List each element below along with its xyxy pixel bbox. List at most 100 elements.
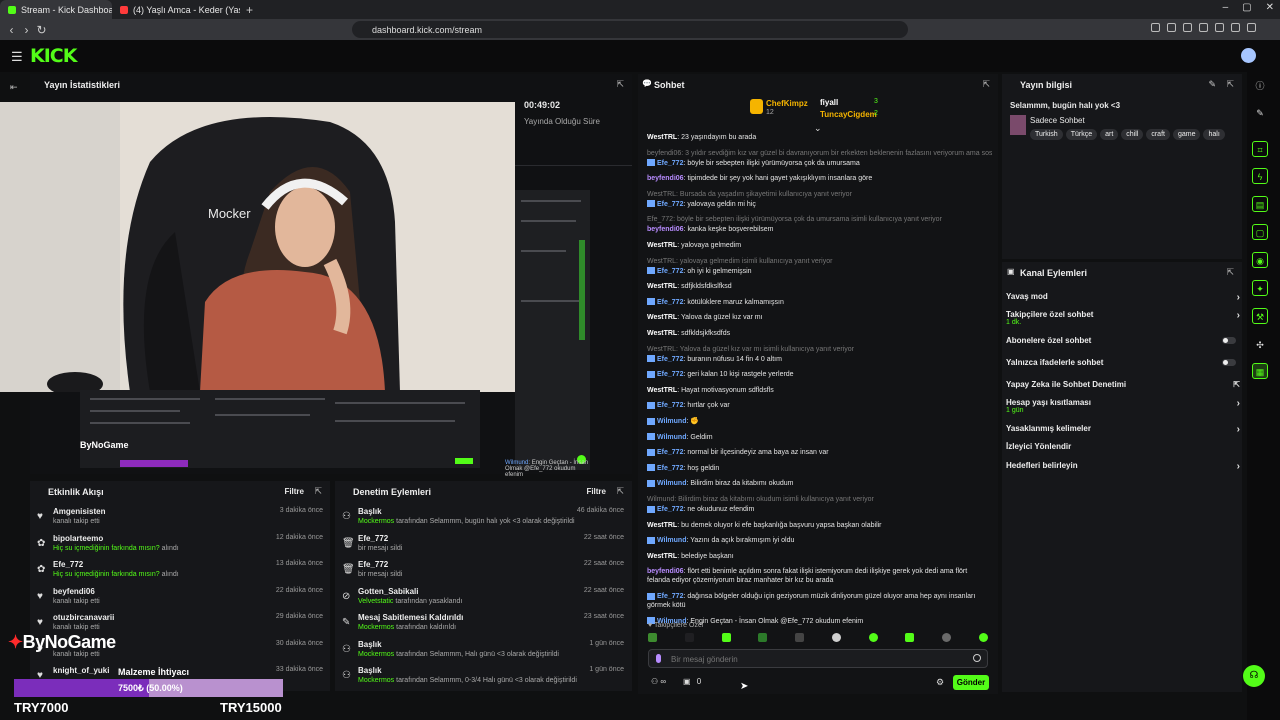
chat-username[interactable]: Efe_772 <box>657 402 683 409</box>
avatar[interactable] <box>1241 48 1256 63</box>
emote-icon[interactable] <box>942 633 952 642</box>
chat-username[interactable]: Efe_772 <box>657 449 683 456</box>
event-user[interactable]: Efe_772 <box>53 560 83 569</box>
tag-chip[interactable]: chill <box>1121 129 1144 140</box>
external-link-icon[interactable]: ⇱ <box>1233 380 1240 389</box>
mod-actor[interactable]: Mockermos <box>358 624 394 631</box>
channel-action-row[interactable]: Hesap yaşı kısıtlaması 1 gün › <box>1006 398 1240 414</box>
emote-icon[interactable] <box>905 633 915 642</box>
tag-chip[interactable]: game <box>1172 129 1201 140</box>
popout-icon[interactable]: ⇱ <box>616 79 624 90</box>
chat-username[interactable]: Efe_772 <box>657 465 683 472</box>
chat-username[interactable]: Efe_772 <box>657 356 683 363</box>
channel-action-row[interactable]: Yavaş mod › <box>1006 292 1240 303</box>
chevron-right-icon[interactable]: › <box>1237 461 1240 472</box>
emote-icon[interactable] <box>684 633 694 642</box>
kick-logo[interactable]: KICK <box>30 45 77 67</box>
extension-icon[interactable] <box>1151 23 1160 32</box>
mod-actor[interactable]: Mockermos <box>358 518 394 525</box>
menu-icon[interactable]: ☰ <box>11 49 23 65</box>
edit-icon[interactable]: ✎ <box>1208 79 1216 90</box>
chat-settings-icon[interactable]: ⚙ <box>936 677 944 688</box>
emote-icon[interactable] <box>648 633 657 642</box>
event-user[interactable]: otuzbircanavarii <box>53 613 114 622</box>
chat-username[interactable]: Efe_772 <box>657 299 683 306</box>
close-window-icon[interactable]: ✕ <box>1266 2 1274 13</box>
new-tab-icon[interactable]: + <box>240 3 253 17</box>
chat-username[interactable]: Efe_772 <box>657 160 683 167</box>
extension-icon[interactable] <box>1231 23 1240 32</box>
chat-input[interactable] <box>648 649 988 668</box>
chat-username[interactable]: WestTRL <box>647 553 677 560</box>
points-area[interactable]: ▣ 0 <box>683 677 701 686</box>
reload-icon[interactable]: ↻ <box>34 23 49 37</box>
filter-button[interactable]: Filtre <box>586 487 606 496</box>
tag-chip[interactable]: Türkçe <box>1065 129 1098 140</box>
chat-username[interactable]: Efe_772 <box>657 371 683 378</box>
chevron-right-icon[interactable]: › <box>1237 398 1240 409</box>
chat-bubble-icon[interactable]: ▢ <box>1252 224 1268 240</box>
star-icon[interactable]: ✦ <box>1252 280 1268 296</box>
chat-username[interactable]: WestTRL <box>647 314 677 321</box>
channel-action-row[interactable]: Yasaklanmış kelimeler › <box>1006 424 1240 435</box>
channel-action-row[interactable]: İzleyici Yönlendir <box>1006 442 1240 451</box>
emote-icon[interactable] <box>868 633 878 642</box>
pencil-icon[interactable]: ✎ <box>1252 105 1268 121</box>
extension-icon[interactable] <box>1247 23 1256 32</box>
chat-username[interactable]: Efe_772 <box>657 593 683 600</box>
mod-actor[interactable]: Mockermos <box>358 651 394 658</box>
back-icon[interactable]: ‹ <box>4 23 19 37</box>
chevron-right-icon[interactable]: › <box>1237 424 1240 435</box>
channel-action-row[interactable]: Takipçilere özel sohbet 1 dk. › <box>1006 310 1240 326</box>
send-button[interactable]: Gönder <box>953 675 989 690</box>
filter-button[interactable]: Filtre <box>284 487 304 496</box>
channel-action-row[interactable]: Abonelere özel sohbet <box>1006 336 1240 345</box>
event-user[interactable]: Amgenisisten <box>53 507 105 516</box>
chat-username[interactable]: Wilmund <box>657 480 687 487</box>
extension-icon[interactable] <box>1215 23 1224 32</box>
chat-username[interactable]: Wilmund <box>657 434 687 441</box>
chat-username[interactable]: Efe_772 <box>657 506 683 513</box>
channel-action-row[interactable]: Yapay Zeka ile Sohbet Denetimi ⇱ <box>1006 380 1240 389</box>
collapse-icon[interactable]: ⇤ <box>10 82 18 93</box>
popout-icon[interactable]: ⇱ <box>1226 267 1234 278</box>
chat-username[interactable]: WestTRL <box>647 283 677 290</box>
mod-actor[interactable]: Velvetstatic <box>358 598 393 605</box>
chat-username[interactable]: beyfendi06 <box>647 568 684 575</box>
tab-kick-dashboard[interactable]: Stream - Kick Dashboard × <box>0 0 112 19</box>
extension-icon[interactable] <box>1199 23 1208 32</box>
tag-chip[interactable]: Turkish <box>1030 129 1063 140</box>
chat-username[interactable]: WestTRL <box>647 387 677 394</box>
chat-input-field[interactable] <box>671 652 961 666</box>
event-user[interactable]: beyfendi06 <box>53 587 95 596</box>
chat-users-icon[interactable]: ⚇ ∞ <box>651 677 666 686</box>
chat-username[interactable]: Wilmund <box>657 418 687 425</box>
emote-icon[interactable] <box>831 633 841 642</box>
book-icon[interactable]: ▤ <box>1252 196 1268 212</box>
toggle-switch[interactable] <box>1222 359 1236 366</box>
emote-icon[interactable] <box>978 633 988 642</box>
maximize-icon[interactable]: ▢ <box>1242 2 1251 13</box>
tag-chip[interactable]: craft <box>1146 129 1170 140</box>
lightning-icon[interactable]: ϟ <box>1252 168 1268 184</box>
chat-username[interactable]: Efe_772 <box>657 201 683 208</box>
chat-username[interactable]: Wilmund <box>657 537 687 544</box>
popout-icon[interactable]: ⇱ <box>314 486 322 497</box>
chat-username[interactable]: beyfendi06 <box>647 226 684 233</box>
grid-icon[interactable]: ⌗ <box>1252 141 1268 157</box>
tag-chip[interactable]: halı <box>1203 129 1225 140</box>
chevron-right-icon[interactable]: › <box>1237 292 1240 303</box>
emote-icon[interactable] <box>758 633 768 642</box>
forward-icon[interactable]: › <box>19 23 34 37</box>
tab-youtube[interactable]: (4) Yaşlı Amca - Keder (Yaşlı Amca) - × <box>112 0 240 19</box>
minimize-icon[interactable]: – <box>1223 2 1229 13</box>
chat-username[interactable]: WestTRL <box>647 522 677 529</box>
channel-action-row[interactable]: Hedefleri belirleyin › <box>1006 461 1240 472</box>
channel-action-row[interactable]: Yalnızca ifadelerle sohbet <box>1006 358 1240 367</box>
info-icon[interactable]: ⓘ <box>1252 78 1268 94</box>
chat-username[interactable]: Efe_772 <box>657 268 683 275</box>
extension-icon[interactable] <box>1167 23 1176 32</box>
wrench-icon[interactable]: ⚒ <box>1252 308 1268 324</box>
emote-icon[interactable] <box>721 633 731 642</box>
chat-username[interactable]: WestTRL <box>647 134 677 141</box>
